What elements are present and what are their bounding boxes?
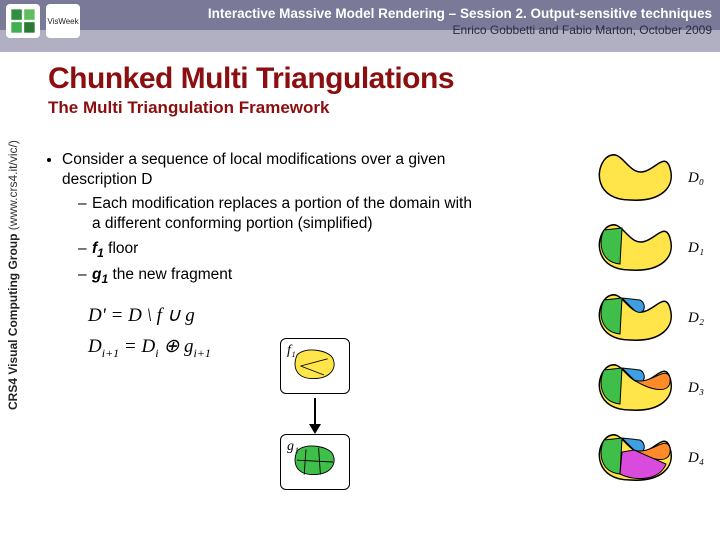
d0-label: D₀ (688, 170, 710, 187)
d1-shape-icon (590, 220, 680, 276)
f1-label: f₁ (287, 343, 296, 359)
d4-shape-icon (590, 430, 680, 486)
content-body: Consider a sequence of local modificatio… (48, 150, 478, 367)
fg-diagram: f₁ g₁ (260, 338, 370, 490)
page-title: Chunked Multi Triangulations (48, 62, 720, 96)
rc-row-d4: D₄ (590, 430, 710, 486)
arrow-stem-icon (314, 398, 316, 426)
crs4-logo-icon (6, 4, 40, 38)
authors-line: Enrico Gobbetti and Fabio Marton, Octobe… (152, 23, 712, 37)
rc-row-d2: D₂ (590, 290, 710, 346)
math-l2-sub3: i+1 (193, 345, 210, 359)
f1-shape: f₁ (280, 338, 350, 394)
rc-row-d0: D₀ (590, 150, 710, 206)
right-column: D₀ D₁ D₂ D₃ D₄ (590, 150, 710, 486)
d2-label: D₂ (688, 310, 710, 327)
math-l2-d: D (88, 336, 102, 357)
rc-row-d1: D₁ (590, 220, 710, 276)
d2-shape-icon (590, 290, 680, 346)
visweek-logo-icon: VisWeek (46, 4, 80, 38)
math-line-1: D' = D \ f ∪ g (88, 304, 478, 329)
header-logos: VisWeek (6, 4, 80, 38)
d4-label: D₄ (688, 450, 710, 467)
math-l2-sub1: i+1 (102, 345, 119, 359)
d3-label: D₃ (688, 380, 710, 397)
d0-shape-icon (590, 150, 680, 206)
sidebar-attribution: CRS4 Visual Computing Group (www.crs4.it… (6, 140, 20, 410)
bullet-1c: g1 the new fragment (78, 265, 478, 288)
arrow-down-icon (309, 424, 321, 434)
header-bar: VisWeek Interactive Massive Model Render… (0, 0, 720, 52)
g1-shape: g₁ (280, 434, 350, 490)
bullet-1: Consider a sequence of local modificatio… (62, 150, 478, 288)
session-title: Interactive Massive Model Rendering – Se… (152, 6, 712, 21)
visweek-logo-label: VisWeek (47, 17, 78, 26)
math-l2-op: ⊕ g (159, 336, 194, 357)
bullet-1-text: Consider a sequence of local modificatio… (62, 151, 445, 188)
page-subtitle: The Multi Triangulation Framework (48, 98, 720, 118)
g1-label: g₁ (287, 439, 299, 455)
d3-shape-icon (590, 360, 680, 416)
rc-row-d3: D₃ (590, 360, 710, 416)
bullet-1b: f1 floor (78, 239, 478, 262)
header-title-block: Interactive Massive Model Rendering – Se… (152, 6, 712, 37)
bullet-1b-sub: 1 (97, 246, 104, 260)
bullet-1a: Each modification replaces a portion of … (78, 194, 478, 234)
bullet-1c-suffix: the new fragment (108, 266, 232, 283)
bullet-1b-suffix: floor (104, 240, 138, 257)
math-l2-eq: = D (119, 336, 155, 357)
sidebar-url: (www.crs4.it/vic/) (6, 140, 20, 230)
d1-label: D₁ (688, 240, 710, 257)
sidebar-group: CRS4 Visual Computing Group (6, 234, 20, 410)
